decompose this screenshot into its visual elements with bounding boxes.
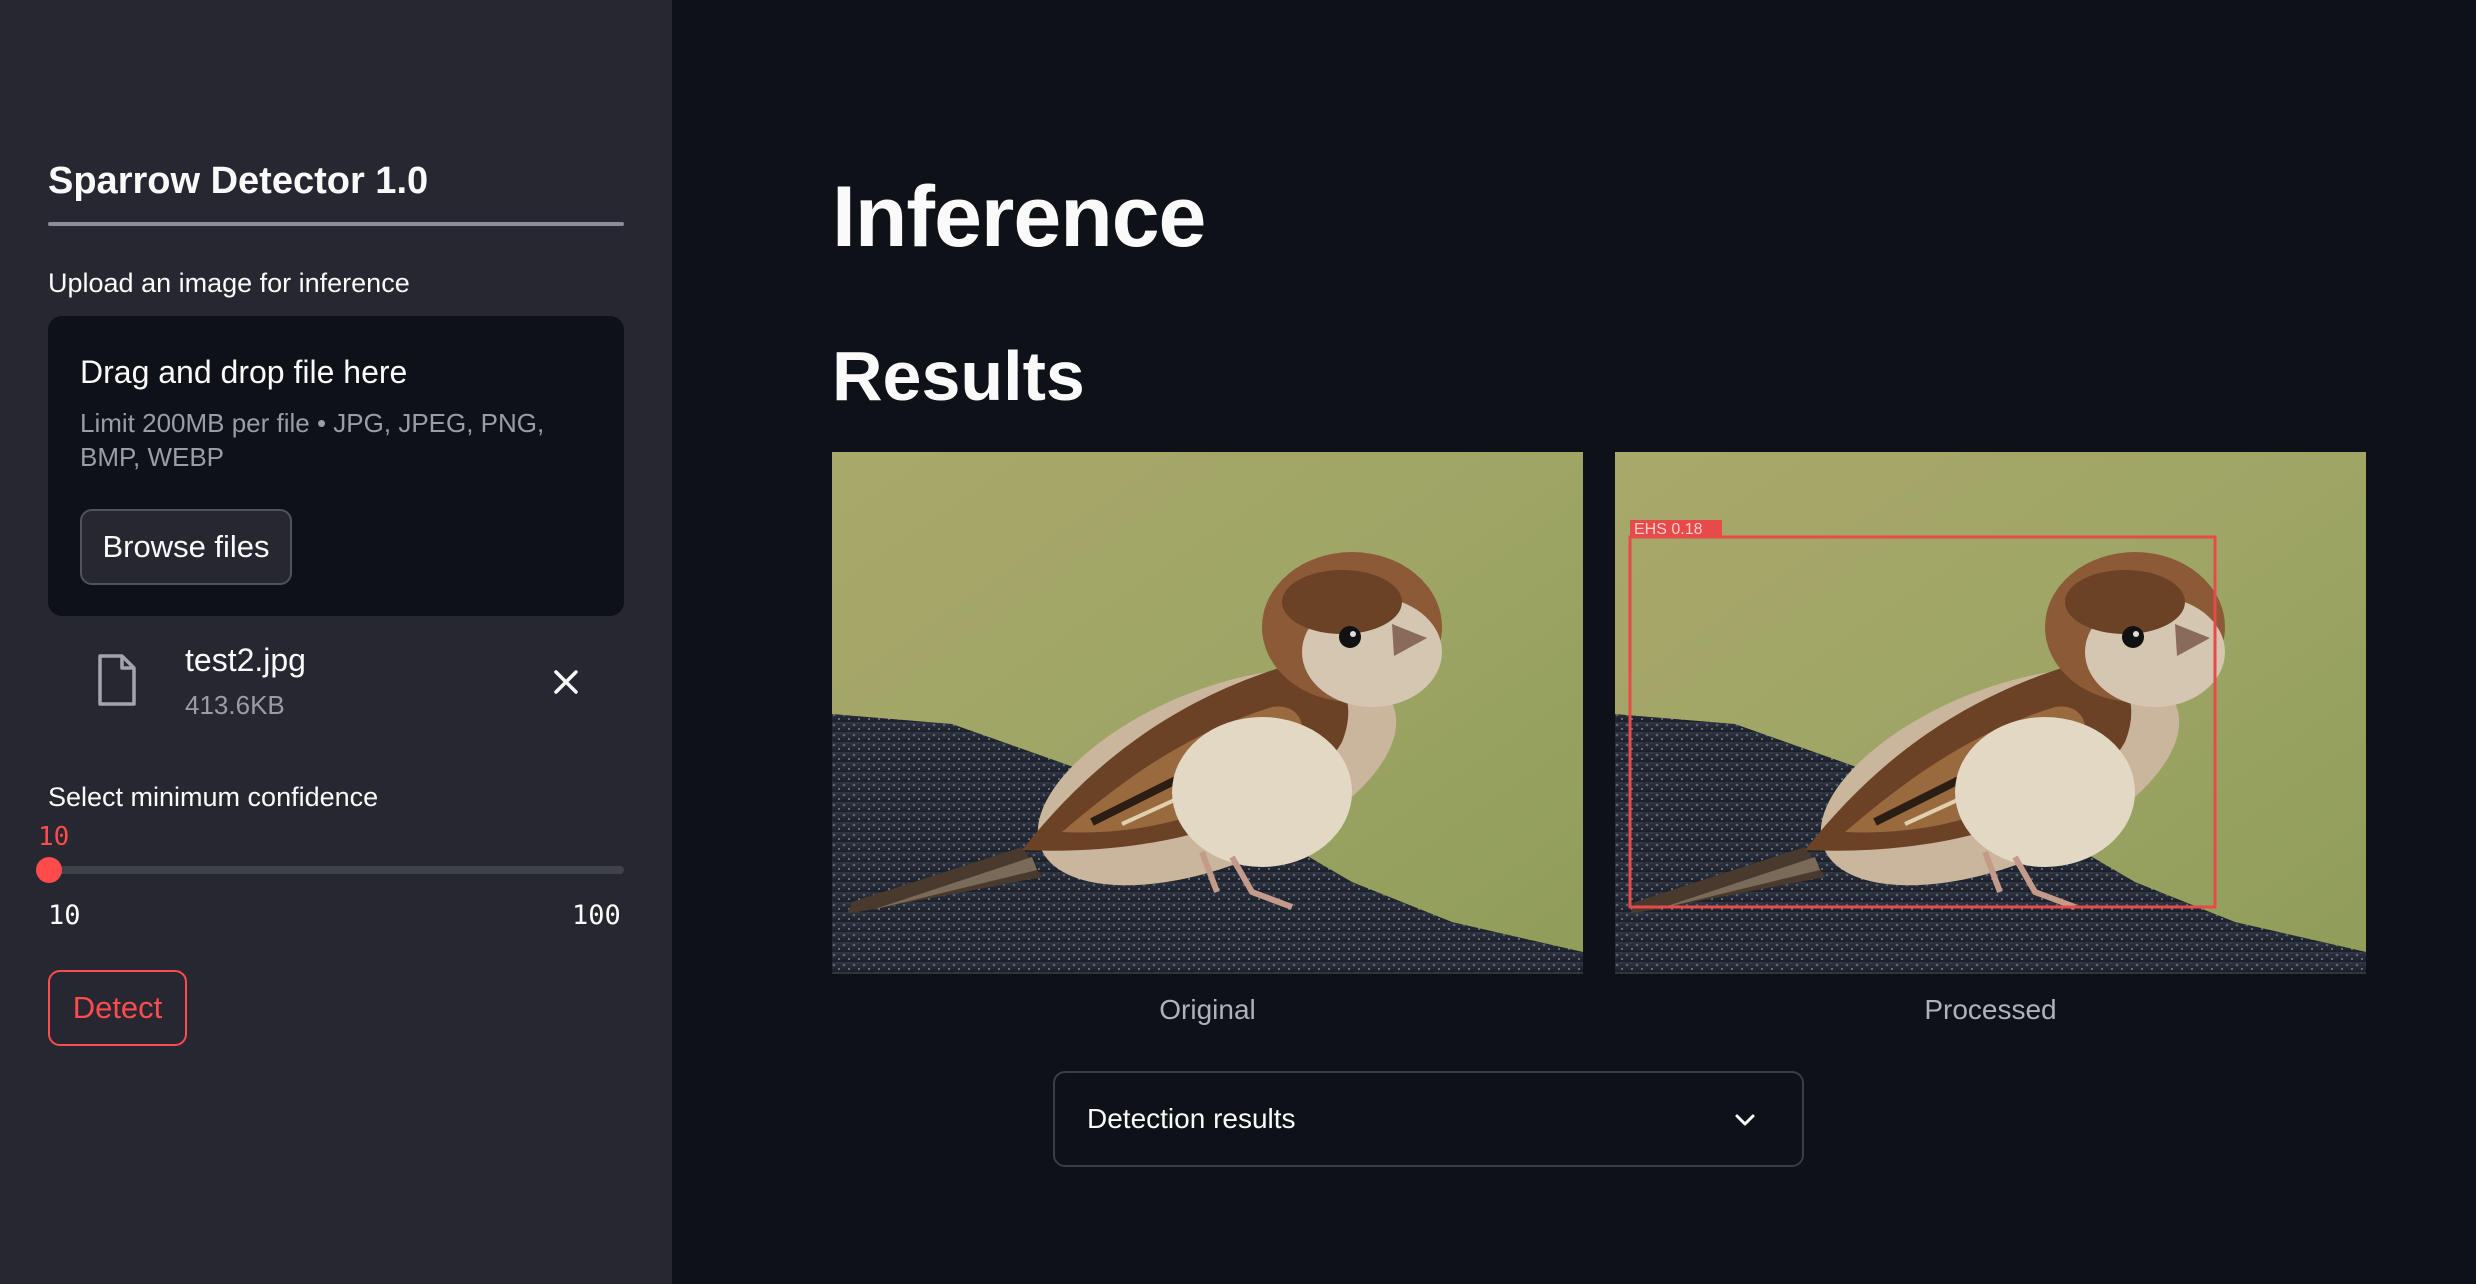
- slider-max: 100: [572, 900, 621, 931]
- confidence-label: Select minimum confidence: [48, 782, 379, 812]
- app-title: Sparrow Detector 1.0: [48, 160, 429, 202]
- original-image: [832, 452, 1583, 974]
- uploaded-file: test2.jpg 413.6KB: [48, 636, 624, 736]
- file-dropzone[interactable]: Drag and drop file here Limit 200MB per …: [48, 316, 624, 616]
- upload-label: Upload an image for inference: [48, 268, 410, 298]
- chevron-down-icon: [1735, 1114, 1755, 1126]
- confidence-slider-thumb[interactable]: [36, 857, 62, 883]
- page-title: Inference: [832, 169, 1206, 265]
- detection-results-expander[interactable]: Detection results: [1053, 1071, 1804, 1167]
- sidebar: Sparrow Detector 1.0 Upload an image for…: [0, 0, 672, 1284]
- file-icon: [98, 654, 136, 706]
- original-caption: Original: [1159, 994, 1256, 1025]
- confidence-slider-track[interactable]: [48, 866, 624, 874]
- browse-files-button[interactable]: Browse files: [80, 509, 292, 585]
- slider-value: 10: [38, 822, 70, 852]
- section-title: Results: [832, 337, 1085, 415]
- processed-caption: Processed: [1924, 994, 2057, 1025]
- file-size: 413.6KB: [185, 690, 285, 720]
- file-name: test2.jpg: [185, 642, 306, 678]
- slider-min: 10: [48, 900, 81, 931]
- detection-label: EHS 0.18: [1634, 521, 1703, 538]
- processed-image: EHS 0.18: [1615, 452, 2366, 974]
- title-divider: [48, 222, 624, 226]
- dropzone-limit: Limit 200MB per file • JPG, JPEG, PNG, B…: [80, 408, 545, 472]
- detect-button[interactable]: Detect: [48, 970, 187, 1046]
- expander-label: Detection results: [1087, 1103, 1296, 1134]
- dropzone-title: Drag and drop file here: [80, 354, 408, 390]
- close-icon[interactable]: [546, 662, 586, 702]
